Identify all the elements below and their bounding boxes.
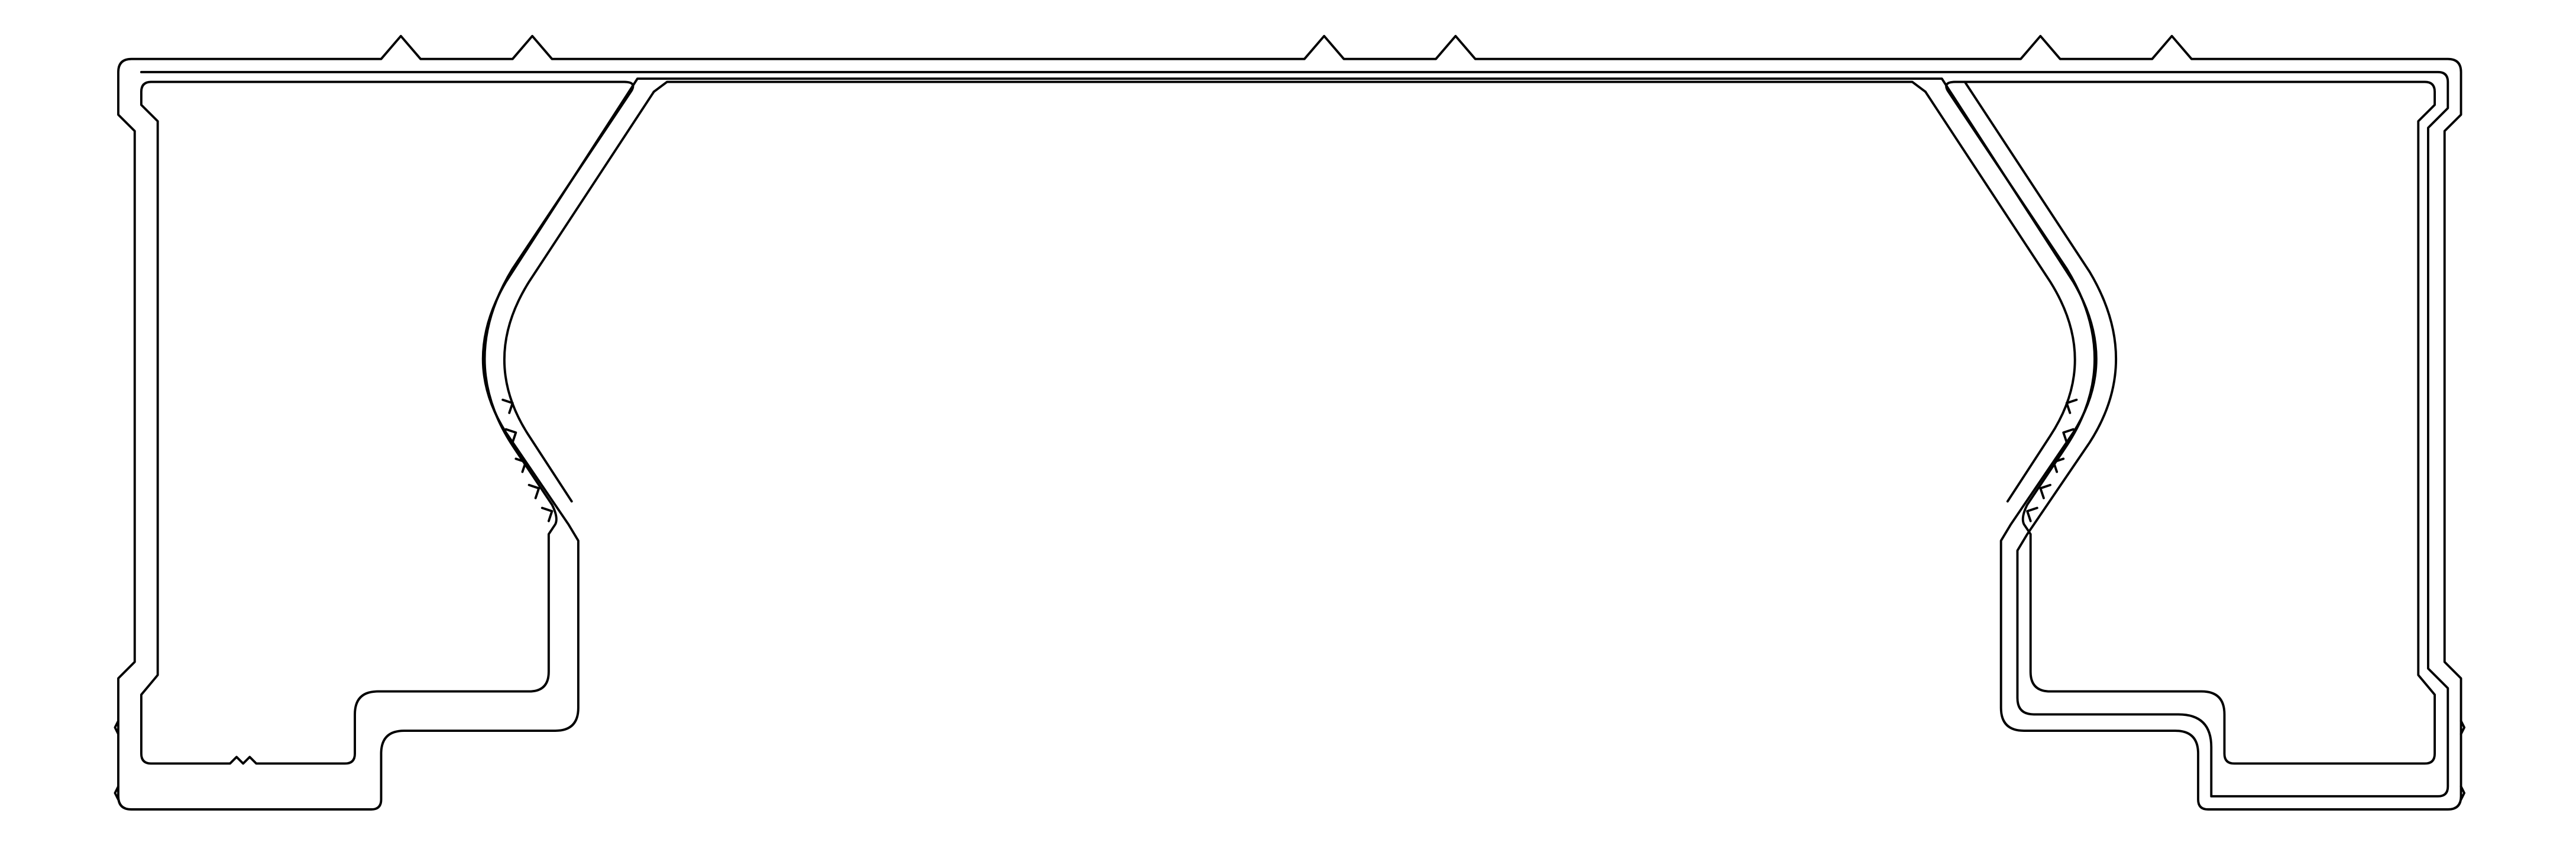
outer-skin-inner-line — [140, 70, 2449, 798]
central-web — [652, 80, 1927, 93]
profile-drawing-canvas — [0, 0, 2576, 852]
left-diagonal-web — [503, 91, 655, 503]
right-diagonal-web — [1924, 91, 2076, 503]
aluminum-profile-cross-section — [114, 34, 2466, 811]
left-chamber — [140, 80, 635, 765]
outer-contour — [117, 34, 2462, 811]
right-chamber — [1945, 80, 2436, 765]
